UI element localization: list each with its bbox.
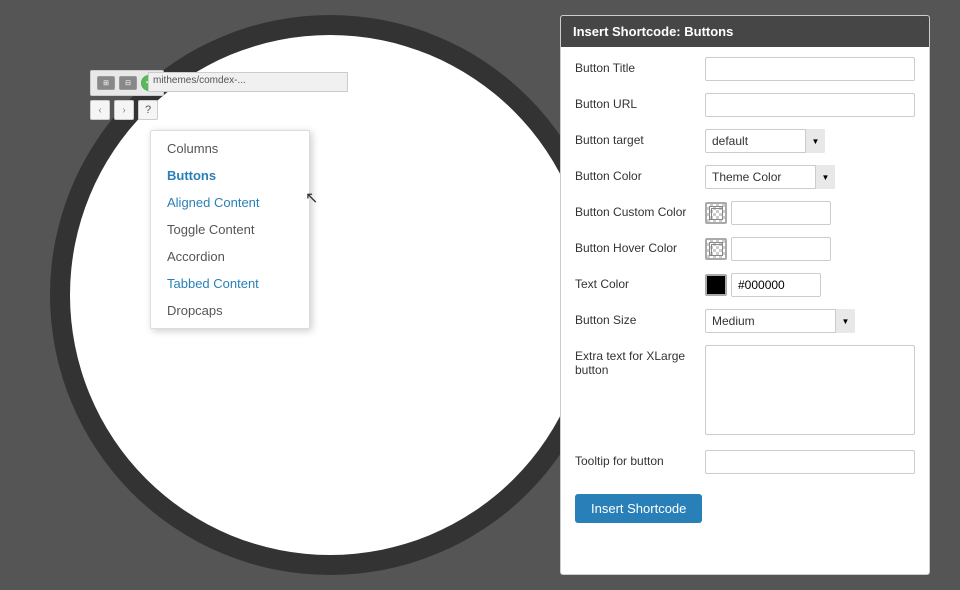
- button-color-label: Button Color: [575, 165, 705, 183]
- button-target-control: default _blank _self ▼: [705, 129, 915, 153]
- button-custom-color-control: [705, 201, 915, 225]
- panel-body[interactable]: Button Title Button URL Button target de…: [561, 47, 929, 569]
- button-custom-color-picker: [705, 201, 915, 225]
- extra-text-row: Extra text for XLarge button: [575, 345, 915, 438]
- tooltip-input[interactable]: [705, 450, 915, 474]
- button-target-label: Button target: [575, 129, 705, 147]
- button-size-row: Button Size Small Medium Large XLarge ▼: [575, 309, 915, 333]
- button-target-select-wrapper: default _blank _self ▼: [705, 129, 825, 153]
- extra-text-control: [705, 345, 915, 438]
- button-hover-color-swatch-inner: [709, 242, 723, 256]
- nav-arrows: ‹ › ?: [90, 100, 158, 120]
- text-color-picker: [705, 273, 915, 297]
- button-target-select[interactable]: default _blank _self: [705, 129, 825, 153]
- button-color-select[interactable]: Theme Color Custom: [705, 165, 835, 189]
- button-custom-color-swatch[interactable]: [705, 202, 727, 224]
- panel-header: Insert Shortcode: Buttons: [561, 16, 929, 47]
- text-color-swatch[interactable]: [705, 274, 727, 296]
- button-target-row: Button target default _blank _self ▼: [575, 129, 915, 153]
- dropdown-item-accordion[interactable]: Accordion: [151, 243, 309, 270]
- button-custom-color-row: Button Custom Color: [575, 201, 915, 225]
- button-title-label: Button Title: [575, 57, 705, 75]
- button-title-row: Button Title: [575, 57, 915, 81]
- button-size-select-wrapper: Small Medium Large XLarge ▼: [705, 309, 855, 333]
- tooltip-row: Tooltip for button: [575, 450, 915, 474]
- button-hover-color-row: Button Hover Color: [575, 237, 915, 261]
- button-title-control: [705, 57, 915, 81]
- table-icon[interactable]: ⊟: [119, 76, 137, 90]
- text-color-control: [705, 273, 915, 297]
- button-color-row: Button Color Theme Color Custom ▼: [575, 165, 915, 189]
- dropdown-item-toggle-content[interactable]: Toggle Content: [151, 216, 309, 243]
- tooltip-label: Tooltip for button: [575, 450, 705, 468]
- url-bar: mithemes/comdex-...: [148, 72, 348, 92]
- dropdown-item-columns[interactable]: Columns: [151, 135, 309, 162]
- text-color-row: Text Color: [575, 273, 915, 297]
- button-color-control: Theme Color Custom ▼: [705, 165, 915, 189]
- button-hover-color-swatch[interactable]: [705, 238, 727, 260]
- button-custom-color-label: Button Custom Color: [575, 201, 705, 219]
- help-button[interactable]: ?: [138, 100, 158, 120]
- button-custom-color-swatch-inner: [709, 206, 723, 220]
- button-hover-color-picker: [705, 237, 915, 261]
- button-title-input[interactable]: [705, 57, 915, 81]
- button-url-input[interactable]: [705, 93, 915, 117]
- text-color-label: Text Color: [575, 273, 705, 291]
- dropdown-item-dropcaps[interactable]: Dropcaps: [151, 297, 309, 324]
- button-custom-color-input[interactable]: [731, 201, 831, 225]
- forward-button[interactable]: ›: [114, 100, 134, 120]
- shortcode-dropdown-menu: Columns Buttons Aligned Content Toggle C…: [150, 130, 310, 329]
- extra-text-label: Extra text for XLarge button: [575, 345, 705, 377]
- button-hover-color-input[interactable]: [731, 237, 831, 261]
- expand-icon[interactable]: ⊞: [97, 76, 115, 90]
- tooltip-control: [705, 450, 915, 474]
- button-url-label: Button URL: [575, 93, 705, 111]
- button-color-select-wrapper: Theme Color Custom ▼: [705, 165, 835, 189]
- back-button[interactable]: ‹: [90, 100, 110, 120]
- mouse-cursor: ↖: [305, 188, 318, 208]
- dropdown-item-tabbed-content[interactable]: Tabbed Content: [151, 270, 309, 297]
- dropdown-item-buttons[interactable]: Buttons: [151, 162, 309, 189]
- text-color-input[interactable]: [731, 273, 821, 297]
- insert-shortcode-panel: Insert Shortcode: Buttons Button Title B…: [560, 15, 930, 575]
- button-hover-color-label: Button Hover Color: [575, 237, 705, 255]
- button-size-select[interactable]: Small Medium Large XLarge: [705, 309, 855, 333]
- button-hover-color-control: [705, 237, 915, 261]
- button-size-label: Button Size: [575, 309, 705, 327]
- button-url-row: Button URL: [575, 93, 915, 117]
- button-url-control: [705, 93, 915, 117]
- dropdown-item-aligned-content[interactable]: Aligned Content: [151, 189, 309, 216]
- extra-text-textarea[interactable]: [705, 345, 915, 435]
- insert-shortcode-button[interactable]: Insert Shortcode: [575, 494, 702, 523]
- button-size-control: Small Medium Large XLarge ▼: [705, 309, 915, 333]
